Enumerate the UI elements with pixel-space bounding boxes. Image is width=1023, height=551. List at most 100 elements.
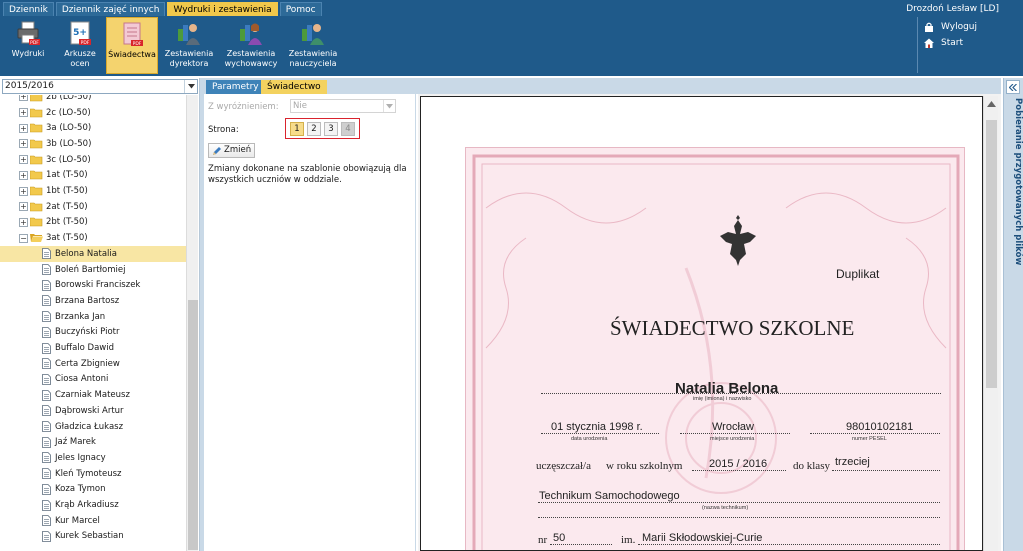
class-item[interactable]: − 3at (T-50) <box>0 230 186 246</box>
expand-icon[interactable]: + <box>19 217 28 227</box>
page-1-button[interactable]: 1 <box>290 122 304 136</box>
tree-scrollbar[interactable] <box>186 95 198 551</box>
expand-icon[interactable]: + <box>19 123 28 133</box>
folder-icon <box>30 95 46 102</box>
document-icon <box>42 499 55 511</box>
class-item[interactable]: +1bt (T-50) <box>0 183 186 199</box>
folder-icon <box>30 139 46 149</box>
class-item[interactable]: +2bt (T-50) <box>0 215 186 231</box>
menu-tab-pomoc[interactable]: Pomoc <box>279 2 322 16</box>
certificate-title: ŚWIADECTWO SZKOLNE <box>610 316 855 340</box>
class-line <box>832 470 940 471</box>
distinction-label: Z wyróżnieniem: <box>208 102 279 112</box>
expand-icon[interactable]: + <box>19 170 28 180</box>
class-item[interactable]: +2c (LO-50) <box>0 105 186 121</box>
arkusze-ocen-button[interactable]: 5+ PDF Arkusze ocen <box>54 17 106 74</box>
student-item[interactable]: Brzana Bartosz <box>0 293 186 309</box>
logout-link[interactable]: Wyloguj <box>924 19 977 35</box>
student-item[interactable]: Kurek Sebastian <box>0 529 186 545</box>
tree-item-label: Czarniak Mateusz <box>55 390 130 401</box>
page-4-button[interactable]: 4 <box>341 122 355 136</box>
menu-tab-dziennik[interactable]: Dziennik <box>3 2 54 16</box>
school-year-value: 2015/2016 <box>5 81 54 91</box>
class-item[interactable]: +2b (LO-50) <box>0 95 186 105</box>
student-item[interactable]: Ciosa Antoni <box>0 372 186 388</box>
class-item[interactable]: +1at (T-50) <box>0 168 186 184</box>
menu-tab-wydruki[interactable]: Wydruki i zestawienia <box>167 2 278 16</box>
student-item[interactable]: Krąb Arkadiusz <box>0 497 186 513</box>
expand-icon[interactable]: + <box>19 155 28 165</box>
class-item[interactable]: +3a (LO-50) <box>0 120 186 136</box>
student-item[interactable]: Dąbrowski Artur <box>0 403 186 419</box>
student-item[interactable]: Koza Tymon <box>0 482 186 498</box>
zestawienia-wychowawcy-button[interactable]: Zestawienia wychowawcy <box>220 17 282 74</box>
student-item[interactable]: Boleń Bartłomiej <box>0 262 186 278</box>
expand-icon[interactable]: + <box>19 186 28 196</box>
page-2-button[interactable]: 2 <box>307 122 321 136</box>
class-item[interactable]: +3c (LO-50) <box>0 152 186 168</box>
preview-scrollbar-thumb[interactable] <box>986 120 997 388</box>
birth-date-caption: data urodzenia <box>571 436 608 442</box>
user-links: Wyloguj Start <box>924 19 977 51</box>
page-selector: 1 2 3 4 <box>285 118 360 139</box>
class-item[interactable]: +2at (T-50) <box>0 199 186 215</box>
expand-icon[interactable]: + <box>19 202 28 212</box>
folder-icon <box>30 155 46 165</box>
change-button-label: Zmień <box>224 145 252 155</box>
student-item[interactable]: Buffalo Dawid <box>0 340 186 356</box>
student-item[interactable]: Kur Marcel <box>0 513 186 529</box>
tab-parametry[interactable]: Parametry <box>206 80 265 94</box>
student-item[interactable]: Jaź Marek <box>0 434 186 450</box>
tab-swiadectwo[interactable]: Świadectwo <box>261 80 327 94</box>
zestawienia-dyrektora-button[interactable]: Zestawienia dyrektora <box>158 17 220 74</box>
preview-scrollbar[interactable] <box>983 96 998 551</box>
school-year-select[interactable]: 2015/2016 <box>2 79 198 94</box>
top-bar: Dziennik Dziennik zajęć innych Wydruki i… <box>0 0 1023 76</box>
collapse-icon[interactable]: − <box>19 233 28 243</box>
template-note: Zmiany dokonane na szablonie obowiązują … <box>208 164 407 185</box>
student-item[interactable]: Buczyński Piotr <box>0 325 186 341</box>
student-item[interactable]: Kleń Tymoteusz <box>0 466 186 482</box>
pdf-badge: PDF <box>133 41 142 47</box>
zestawienia-nauczyciela-button[interactable]: Zestawienia nauczyciela <box>282 17 344 74</box>
expand-icon[interactable]: + <box>19 108 28 118</box>
swiadectwa-button[interactable]: PDF Świadectwa <box>106 17 158 74</box>
document-icon <box>42 531 55 542</box>
extra-line <box>538 517 940 518</box>
toolbar: PDF Wydruki 5+ PDF Arkusze ocen PDF Świa… <box>2 17 344 74</box>
tree-item-label: Brzana Bartosz <box>55 295 120 306</box>
class-item[interactable]: +3b (LO-50) <box>0 136 186 152</box>
expand-sidebar-button[interactable] <box>1006 80 1020 94</box>
tree-item-label: 3a (LO-50) <box>46 123 92 134</box>
patron-line <box>638 544 940 545</box>
student-item[interactable]: Brzanka Jan <box>0 309 186 325</box>
name-line <box>541 393 941 394</box>
student-item[interactable]: Certa Zbigniew <box>0 356 186 372</box>
files-sidebar-title[interactable]: Pobieranie przygotowanych plików <box>1005 98 1023 298</box>
tree-item-label: 1at (T-50) <box>46 170 88 181</box>
student-item[interactable]: Gładzica Łukasz <box>0 419 186 435</box>
wydruki-button[interactable]: PDF Wydruki <box>2 17 54 74</box>
page-3-button[interactable]: 3 <box>324 122 338 136</box>
tree-scrollbar-thumb[interactable] <box>188 300 198 550</box>
student-item[interactable]: Czarniak Mateusz <box>0 387 186 403</box>
menu-tab-dziennik-innych[interactable]: Dziennik zajęć innych <box>55 2 166 16</box>
document-icon <box>42 358 55 370</box>
student-item[interactable]: Belona Natalia <box>0 246 186 262</box>
topbar-divider <box>917 17 918 73</box>
change-button[interactable]: Zmień <box>208 143 255 158</box>
expand-icon[interactable]: + <box>19 139 28 149</box>
tree-item-label: Kleń Tymoteusz <box>55 468 122 479</box>
pesel-line <box>810 433 940 434</box>
folder-icon <box>30 233 46 243</box>
tree-item-label: 3c (LO-50) <box>46 154 91 165</box>
student-item[interactable]: Jeles Ignacy <box>0 450 186 466</box>
chevron-up-icon[interactable] <box>987 101 996 107</box>
school-type-line <box>538 502 940 503</box>
expand-icon[interactable]: + <box>19 95 28 102</box>
start-link[interactable]: Start <box>924 35 977 51</box>
tree-item-label: Ciosa Antoni <box>55 374 109 385</box>
distinction-select[interactable]: Nie <box>290 99 396 113</box>
document-icon <box>42 483 55 495</box>
student-item[interactable]: Borowski Franciszek <box>0 277 186 293</box>
